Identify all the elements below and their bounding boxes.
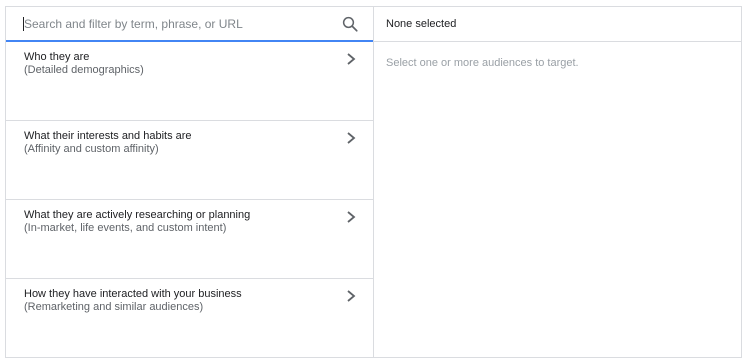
selected-audiences-panel: None selected Select one or more audienc… [374,7,741,357]
empty-state-message: Select one or more audiences to target. [386,57,579,69]
category-researching-planning[interactable]: What they are actively researching or pl… [6,200,373,279]
category-title: What they are actively researching or pl… [24,209,251,221]
text-cursor [23,17,24,31]
audience-browser-panel: Who they are (Detailed demographics) Wha… [6,7,374,357]
search-icon[interactable] [341,15,359,33]
chevron-right-icon[interactable] [345,289,357,303]
chevron-right-icon[interactable] [345,52,357,66]
audience-picker: Who they are (Detailed demographics) Wha… [5,6,742,358]
search-input[interactable] [6,7,306,40]
chevron-right-icon[interactable] [345,131,357,145]
category-subtitle: (Detailed demographics) [24,64,144,76]
category-subtitle: (In-market, life events, and custom inte… [24,222,227,234]
category-interests-habits[interactable]: What their interests and habits are (Aff… [6,121,373,200]
selected-header: None selected [374,7,741,42]
category-subtitle: (Remarketing and similar audiences) [24,301,204,313]
category-interacted-business[interactable]: How they have interacted with your busin… [6,279,373,357]
category-list: Who they are (Detailed demographics) Wha… [6,42,373,357]
category-title: Who they are [24,51,90,63]
chevron-right-icon[interactable] [345,210,357,224]
category-title: What their interests and habits are [24,130,192,142]
category-who-they-are[interactable]: Who they are (Detailed demographics) [6,42,373,121]
search-bar [6,7,373,42]
category-subtitle: (Affinity and custom affinity) [24,143,159,155]
category-title: How they have interacted with your busin… [24,288,242,300]
